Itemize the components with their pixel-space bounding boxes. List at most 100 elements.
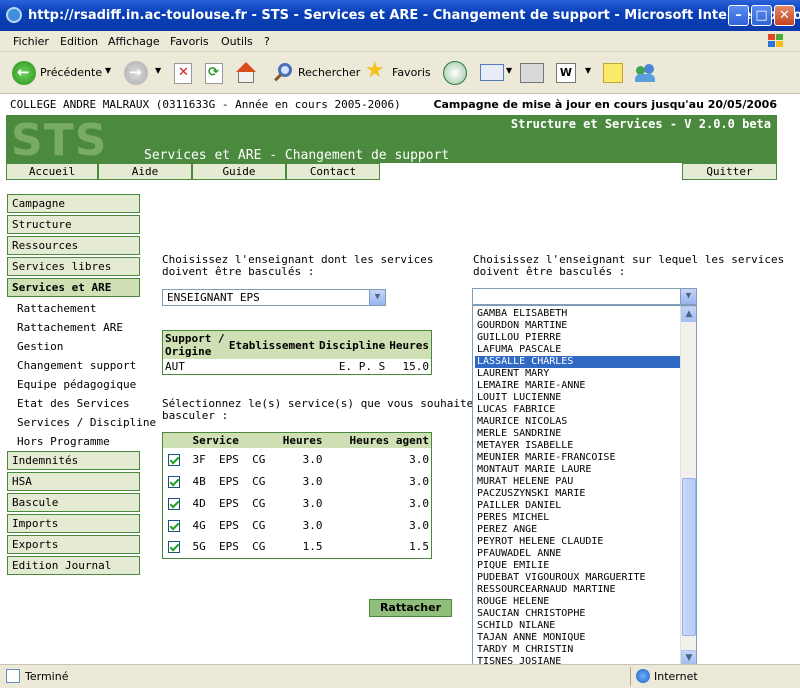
- sidebar-campagne[interactable]: Campagne: [7, 194, 140, 213]
- dropdown-option[interactable]: GOURDON MARTINE: [475, 320, 680, 332]
- dropdown-option[interactable]: PAILLER DANIEL: [475, 500, 680, 512]
- dropdown-option[interactable]: LASSALLE CHARLES: [475, 356, 680, 368]
- chevron-down-icon[interactable]: ▼: [680, 289, 696, 304]
- discuss-icon[interactable]: [603, 63, 623, 83]
- menu-favoris[interactable]: Favoris: [170, 35, 209, 48]
- mail-icon[interactable]: [480, 64, 504, 81]
- search-icon[interactable]: [273, 62, 295, 84]
- sidebar-services-libres[interactable]: Services libres: [7, 257, 140, 276]
- dropdown-option[interactable]: MONTAUT MARIE LAURE: [475, 464, 680, 476]
- rattacher-button[interactable]: Rattacher: [369, 599, 452, 617]
- menu-fichier[interactable]: Fichier: [13, 35, 49, 48]
- window-title-bar[interactable]: http://rsadiff.in.ac-toulouse.fr - STS -…: [0, 0, 800, 31]
- search-button[interactable]: Rechercher: [298, 66, 360, 79]
- maximize-button[interactable]: □: [751, 5, 772, 26]
- star-icon[interactable]: ★: [365, 58, 385, 83]
- sidebar-imports[interactable]: Imports: [7, 514, 140, 533]
- messenger-icon[interactable]: [634, 62, 656, 84]
- sidebar-exports[interactable]: Exports: [7, 535, 140, 554]
- dropdown-option[interactable]: SCHILD NILANE: [475, 620, 680, 632]
- back-dropdown-icon[interactable]: ▼: [105, 66, 111, 75]
- dropdown-option[interactable]: LAFUMA PASCALE: [475, 344, 680, 356]
- sidebar-indemnites[interactable]: Indemnités: [7, 451, 140, 470]
- home-icon[interactable]: [235, 62, 257, 84]
- sidebar-hsa[interactable]: HSA: [7, 472, 140, 491]
- source-teacher-select[interactable]: ENSEIGNANT EPS ▼: [162, 289, 386, 306]
- dropdown-option[interactable]: MURAT HELENE PAU: [475, 476, 680, 488]
- dropdown-option[interactable]: LEMAIRE MARIE-ANNE: [475, 380, 680, 392]
- scroll-thumb[interactable]: [682, 478, 696, 636]
- dropdown-option[interactable]: PIQUE EMILIE: [475, 560, 680, 572]
- service-checkbox[interactable]: [168, 497, 180, 510]
- minimize-button[interactable]: –: [728, 5, 749, 26]
- sidebar-services-are[interactable]: Services et ARE: [7, 278, 140, 297]
- services-table: Service Heures Heures agent 3F EPS CG 3.…: [162, 432, 432, 559]
- nav-accueil[interactable]: Accueil: [6, 163, 98, 180]
- dropdown-option[interactable]: RESSOURCEARNAUD MARTINE: [475, 584, 680, 596]
- refresh-icon[interactable]: ⟳: [205, 63, 223, 84]
- dropdown-option[interactable]: PEYROT HELENE CLAUDIE: [475, 536, 680, 548]
- dropdown-option[interactable]: GAMBA ELISABETH: [475, 308, 680, 320]
- service-checkbox[interactable]: [168, 453, 180, 466]
- dropdown-option[interactable]: PUDEBAT VIGOUROUX MARGUERITE: [475, 572, 680, 584]
- dropdown-option[interactable]: MAURICE NICOLAS: [475, 416, 680, 428]
- dropdown-option[interactable]: GUILLOU PIERRE: [475, 332, 680, 344]
- forward-dropdown-icon[interactable]: ▼: [155, 66, 161, 75]
- dropdown-option[interactable]: PACZUSZYNSKI MARIE: [475, 488, 680, 500]
- sidebar-sub-gestion[interactable]: Gestion: [17, 340, 63, 353]
- sidebar-sub-equipe[interactable]: Equipe pédagogique: [17, 378, 136, 391]
- edit-dropdown-icon[interactable]: ▼: [585, 66, 591, 75]
- scroll-up-icon[interactable]: ▲: [681, 306, 696, 322]
- service-checkbox[interactable]: [168, 519, 180, 532]
- back-arrow-icon[interactable]: ←: [12, 61, 36, 85]
- sidebar-structure[interactable]: Structure: [7, 215, 140, 234]
- sidebar-sub-changement-support[interactable]: Changement support: [17, 359, 136, 372]
- dropdown-option[interactable]: MERLE SANDRINE: [475, 428, 680, 440]
- dropdown-option[interactable]: LAURENT MARY: [475, 368, 680, 380]
- sidebar-edition-journal[interactable]: Edition Journal: [7, 556, 140, 575]
- target-teacher-select[interactable]: ▼: [472, 288, 697, 305]
- close-button[interactable]: ✕: [774, 5, 795, 26]
- sidebar-bascule[interactable]: Bascule: [7, 493, 140, 512]
- menu-help[interactable]: ?: [264, 35, 270, 48]
- dropdown-option[interactable]: LOUIT LUCIENNE: [475, 392, 680, 404]
- back-button[interactable]: Précédente: [40, 66, 102, 79]
- sidebar-sub-rattachement-are[interactable]: Rattachement ARE: [17, 321, 123, 334]
- dropdown-option[interactable]: TAJAN ANNE MONIQUE: [475, 632, 680, 644]
- forward-arrow-icon[interactable]: →: [124, 61, 148, 85]
- dropdown-option[interactable]: PFAUWADEL ANNE: [475, 548, 680, 560]
- sidebar-sub-hors-programme[interactable]: Hors Programme: [17, 435, 110, 448]
- service-checkbox[interactable]: [168, 475, 180, 488]
- nav-quitter[interactable]: Quitter: [682, 163, 777, 180]
- col-support: Support / Origine: [162, 330, 227, 359]
- dropdown-option[interactable]: PERES MICHEL: [475, 512, 680, 524]
- dropdown-option[interactable]: LUCAS FABRICE: [475, 404, 680, 416]
- mail-dropdown-icon[interactable]: ▼: [506, 66, 512, 75]
- menu-outils[interactable]: Outils: [221, 35, 253, 48]
- dropdown-option[interactable]: ROUGE HELENE: [475, 596, 680, 608]
- sidebar-sub-services-discipline[interactable]: Services / Discipline: [17, 416, 156, 429]
- menu-affichage[interactable]: Affichage: [108, 35, 160, 48]
- edit-word-icon[interactable]: W: [556, 63, 576, 83]
- sidebar-sub-etat[interactable]: Etat des Services: [17, 397, 130, 410]
- nav-guide[interactable]: Guide: [192, 163, 286, 180]
- nav-aide[interactable]: Aide: [98, 163, 192, 180]
- chevron-down-icon[interactable]: ▼: [369, 290, 385, 305]
- dropdown-option[interactable]: PEREZ ANGE: [475, 524, 680, 536]
- nav-contact[interactable]: Contact: [286, 163, 380, 180]
- print-icon[interactable]: [520, 63, 544, 83]
- favorites-button[interactable]: Favoris: [392, 66, 431, 79]
- target-teacher-dropdown-list[interactable]: GAMBA ELISABETH GOURDON MARTINE GUILLOU PI…: [472, 305, 697, 667]
- menu-edition[interactable]: Edition: [60, 35, 98, 48]
- history-icon[interactable]: [443, 61, 467, 85]
- cell-heures-agent: 3.0: [409, 518, 429, 532]
- dropdown-option[interactable]: TARDY M CHRISTIN: [475, 644, 680, 656]
- service-checkbox[interactable]: [168, 541, 180, 554]
- sidebar-sub-rattachement[interactable]: Rattachement: [17, 302, 96, 315]
- dropdown-option[interactable]: SAUCIAN CHRISTOPHE: [475, 608, 680, 620]
- stop-icon[interactable]: ✕: [174, 63, 192, 84]
- sidebar-ressources[interactable]: Ressources: [7, 236, 140, 255]
- dropdown-option[interactable]: METAYER ISABELLE: [475, 440, 680, 452]
- dropdown-scrollbar[interactable]: ▲ ▼: [680, 306, 696, 666]
- dropdown-option[interactable]: MEUNIER MARIE-FRANCOISE: [475, 452, 680, 464]
